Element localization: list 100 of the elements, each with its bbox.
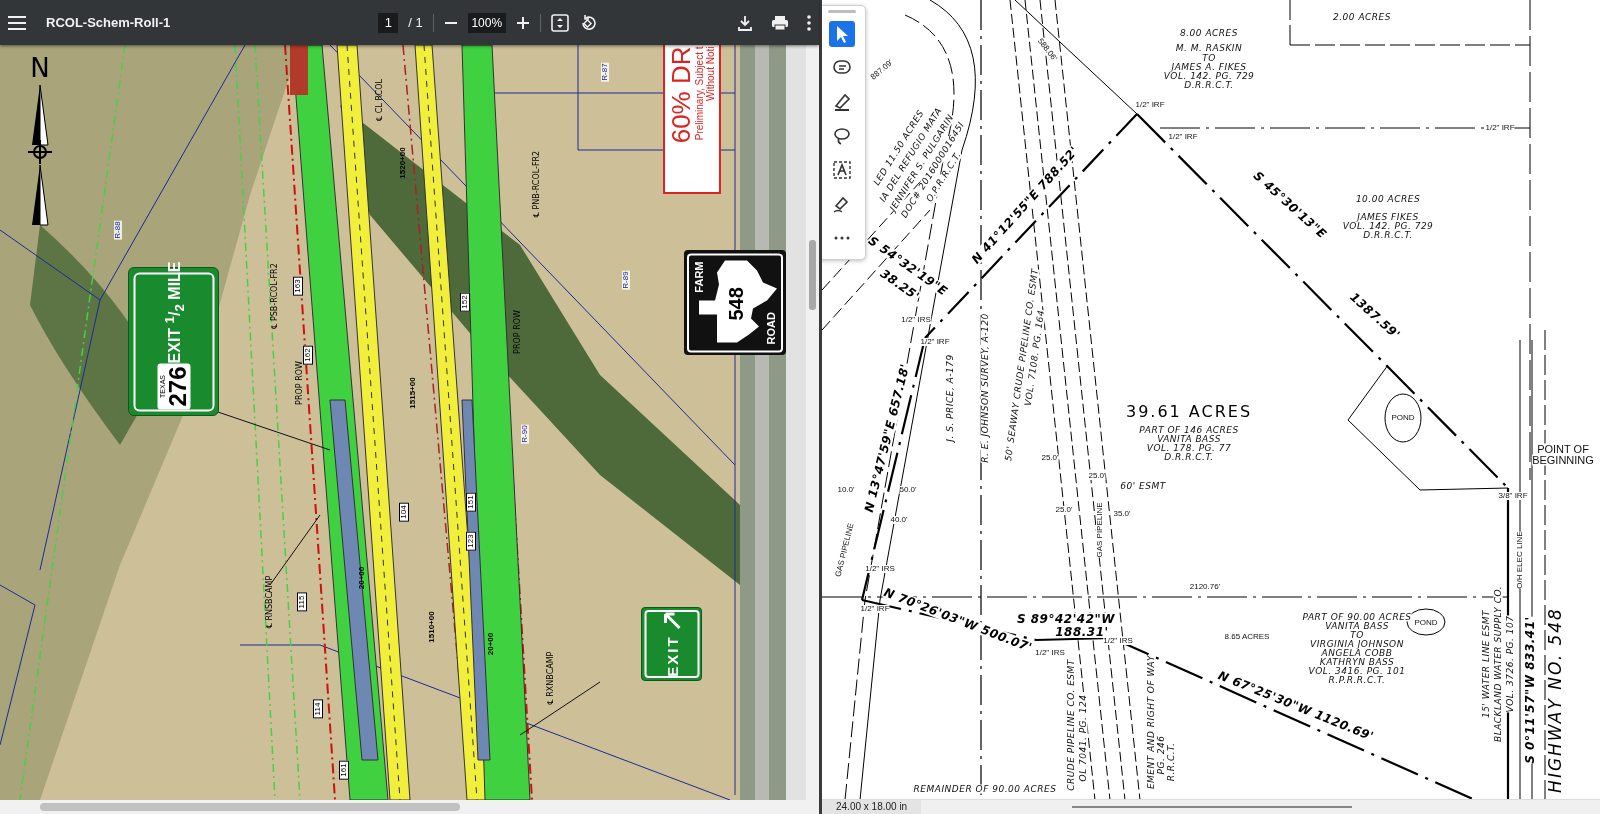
page-number-field[interactable]: 1 [378, 12, 399, 33]
map-label: ℄ RXNBCAMP [547, 651, 555, 705]
plat-note: 8.00 ACRES [1180, 28, 1238, 38]
plat-note: PART OF 146 ACRES [1139, 425, 1239, 435]
lasso-icon [832, 126, 852, 146]
plat-note: 10.00 ACRES [1355, 194, 1421, 204]
survey-marker-label: 1/2" IRS [1035, 649, 1065, 657]
plat-note: PG. 246 [1156, 735, 1166, 775]
map-label: ℄ PSB-RCOL-FR2 [271, 263, 279, 329]
survey-marker-label: 1/2" IRF [1168, 133, 1198, 141]
plat-note: REMAINDER OF 90.00 ACRES [913, 784, 1057, 794]
plat-note: VOL. 178. PG. 77 [1146, 443, 1232, 453]
survey-marker-label: 1/2" IRS [1103, 637, 1133, 645]
bearing-label: S 0°11'57"W 833.41' [1524, 616, 1536, 764]
survey-marker-label: POND [1414, 619, 1438, 627]
station-label: 20+00 [358, 566, 366, 590]
texas-map-icon [697, 258, 779, 344]
page-count: / 1 [408, 15, 423, 30]
plat-note: VOL. 3416. PG. 101 [1308, 666, 1406, 676]
acreage-title: 39.61 ACRES [1125, 404, 1253, 420]
sign-number: 548 [725, 286, 748, 320]
print-icon[interactable] [771, 14, 789, 31]
menu-icon[interactable] [8, 15, 26, 30]
callout-number: 104 [399, 502, 409, 522]
sign-text: ROAD [765, 311, 777, 344]
survey-marker-label: 35.0' [1113, 510, 1131, 518]
grid-label: R-90 [521, 424, 529, 444]
zoom-field[interactable]: 100% [467, 12, 506, 33]
document-title: RCOL-Schem-Roll-1 [46, 15, 171, 30]
plat-note: KATHRYN BASS [1319, 657, 1395, 667]
road-name: HIGHWAY NO. 548 [1546, 607, 1564, 793]
plat-note: BLACKLAND WATER SUPPLY CO. [1493, 586, 1503, 742]
callout-number: 115 [297, 592, 307, 612]
map-label: ℄ RNSBCAMP [266, 575, 274, 629]
plat-note: VOL. 3726. PG. 107 [1505, 615, 1515, 713]
callout-number: 163 [293, 276, 303, 296]
plat-note: VOL. 142. PG. 729 [1342, 221, 1434, 231]
plat-note: R. E. JOHNSON SURVEY, A-120 [980, 313, 990, 463]
scrollbar-thumb[interactable] [1072, 806, 1352, 808]
station-label: 1510+00 [428, 611, 436, 643]
survey-marker-label: 40.0' [890, 516, 908, 524]
callout-number: 152 [460, 292, 470, 312]
survey-marker-label: 50.0' [899, 486, 917, 494]
grid-label: R-87 [601, 62, 609, 82]
plat-note: 15' WATER LINE ESMT [1481, 609, 1491, 719]
grid-label: R-88 [114, 220, 122, 240]
stamp-text: Preliminary, Subject t [694, 46, 705, 140]
plat-note: VANITA BASS [1325, 621, 1389, 631]
callout-number: 162 [303, 345, 313, 365]
plat-note: EMENT AND RIGHT OF WAY [1146, 654, 1156, 790]
sign-text: FARM [693, 261, 705, 293]
scrollbar-thumb[interactable] [40, 803, 460, 811]
plat-label: BEGINNING [1532, 454, 1594, 466]
plat-note: TO [1350, 630, 1364, 640]
more-options-icon[interactable] [807, 14, 811, 31]
download-icon[interactable] [737, 14, 753, 31]
callout-number: 114 [313, 699, 323, 719]
page-size-label: 24.00 x 18.00 in [822, 800, 922, 814]
map-label: ℄ PNB-RCOL-FR2 [533, 150, 541, 218]
zoom-in-icon[interactable] [515, 15, 530, 30]
station-label: 1520+00 [399, 147, 407, 179]
plat-label: POINT OF [1537, 443, 1589, 455]
callout-number: 123 [466, 531, 476, 551]
north-label: N [30, 55, 50, 81]
plat-note: TO [1202, 53, 1216, 63]
plat-note: D.R.R.C.T. [1363, 230, 1413, 240]
survey-marker-label: 8.65 ACRES [1224, 633, 1270, 641]
plat-note: M. M. RASKIN [1175, 43, 1243, 53]
sign-legend: EXIT [663, 635, 680, 677]
survey-marker-label: 10.0' [837, 486, 855, 494]
plat-note: JAMES A. FIKES [1171, 62, 1247, 72]
survey-marker-label: 1/2" IRF [920, 338, 950, 346]
callout-number: 161 [339, 760, 349, 780]
plat-note: J. S. PRICE, A-179 [945, 354, 955, 442]
survey-marker-label: 1/2" IRS [865, 565, 895, 573]
station-label: 20+00 [487, 632, 495, 656]
plat-note: JAMES FIKES [1357, 212, 1419, 222]
pen-icon [832, 92, 852, 112]
survey-marker-label: 3/8" IRF [1498, 492, 1528, 500]
plat-note: OL 7041. PG. 124 [1078, 694, 1088, 782]
plat-note: CRUDE PIPELINE CO. ESMT [1066, 659, 1076, 791]
plat-note: ANGELA COBB [1321, 648, 1393, 658]
plat-note: VOL. 142. PG. 729 [1163, 71, 1255, 81]
survey-marker-label: 1/2" IRF [1485, 124, 1515, 132]
survey-marker-label: 1/2" IRF [860, 605, 890, 613]
callout-number: 151 [466, 492, 476, 512]
grid-label: R-89 [622, 270, 630, 290]
fit-page-icon[interactable] [550, 13, 569, 32]
survey-marker-label: 2120.76' [1189, 583, 1221, 591]
drag-handle[interactable] [828, 10, 856, 13]
more-options-icon [834, 236, 850, 240]
scrollbar-thumb[interactable] [809, 240, 816, 310]
map-label: PROP ROW [296, 361, 304, 405]
survey-marker-label: 1/2" IRF [1135, 101, 1165, 109]
survey-marker-label: POND [1391, 414, 1415, 422]
bearing-label: 188.31' [1055, 626, 1109, 638]
plat-note: R.R.C.T. [1166, 742, 1176, 782]
cursor-tool[interactable] [829, 21, 855, 47]
stamp-text: 60% DR [668, 46, 694, 143]
survey-marker-label: 25.0' [1088, 472, 1106, 480]
